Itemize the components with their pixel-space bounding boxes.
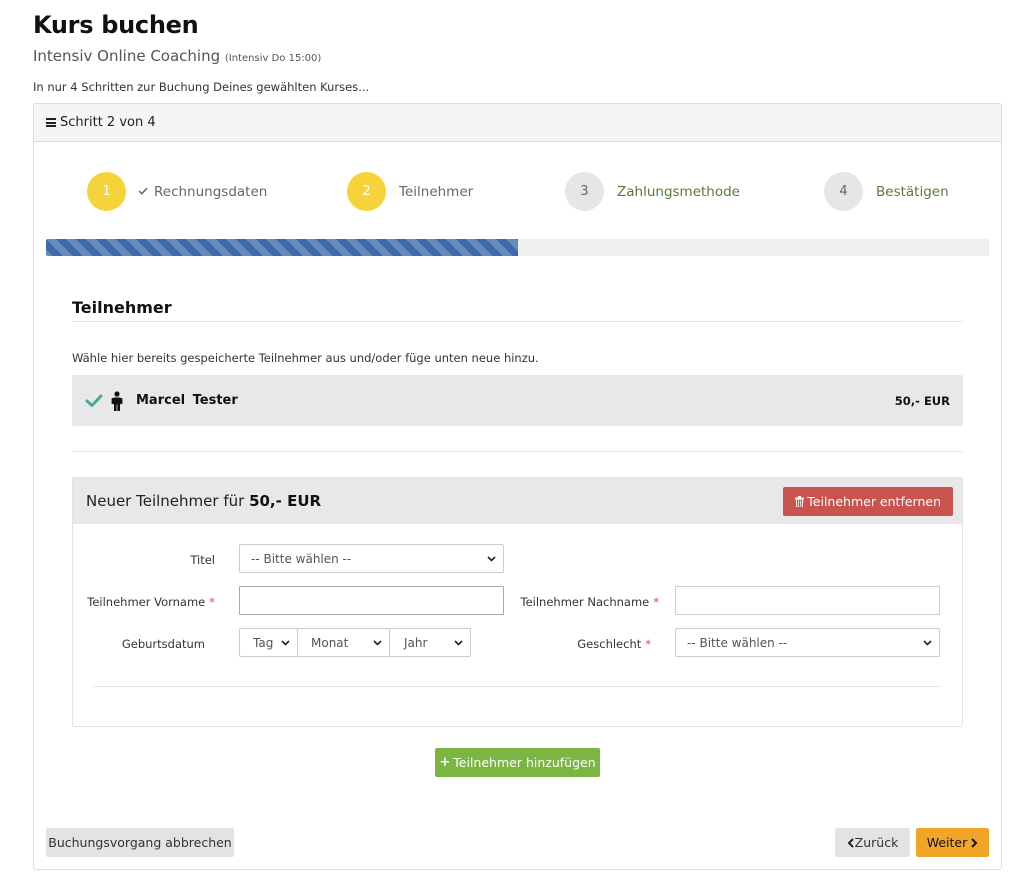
gender-select[interactable]: -- Bitte wählen -- bbox=[675, 628, 940, 657]
step-3-label: Zahlungsmethode bbox=[617, 183, 740, 200]
lastname-input[interactable] bbox=[675, 586, 940, 615]
year-select-value: Jahr bbox=[404, 635, 428, 650]
required-marker: * bbox=[653, 595, 659, 609]
step-2-number: 2 bbox=[347, 172, 386, 211]
month-select-value: Monat bbox=[311, 635, 349, 650]
chevron-down-icon bbox=[487, 556, 496, 562]
step-2-label: Teilnehmer bbox=[399, 183, 474, 200]
course-name: Intensiv Online Coaching bbox=[33, 47, 221, 65]
lastname-label-text: Teilnehmer Nachname bbox=[520, 595, 650, 609]
divider bbox=[72, 451, 963, 452]
step-wizard: 1 Rechnungsdaten 2 Teilnehmer 3 Zahlungs… bbox=[34, 172, 1001, 212]
firstname-input[interactable] bbox=[239, 586, 504, 615]
title-label: Titel bbox=[190, 553, 215, 567]
progress-bar bbox=[46, 239, 989, 256]
day-select-value: Tag bbox=[253, 635, 274, 650]
chevron-left-icon bbox=[847, 837, 854, 848]
step-2[interactable]: 2 Teilnehmer bbox=[347, 172, 473, 211]
chevron-down-icon bbox=[454, 640, 463, 646]
back-button[interactable]: Zurück bbox=[835, 828, 910, 857]
add-participant-button[interactable]: + Teilnehmer hinzufügen bbox=[435, 748, 600, 777]
gender-select-value: -- Bitte wählen -- bbox=[687, 635, 788, 650]
section-title: Teilnehmer bbox=[72, 298, 172, 317]
gender-label-text: Geschlecht bbox=[577, 637, 642, 651]
page-title: Kurs buchen bbox=[33, 11, 199, 39]
day-select[interactable]: Tag bbox=[239, 628, 298, 657]
required-marker: * bbox=[209, 595, 215, 609]
firstname-label: Teilnehmer Vorname * bbox=[73, 595, 215, 609]
new-participant-header: Neuer Teilnehmer für 50,- EUR Teilnehmer… bbox=[73, 478, 962, 524]
chevron-down-icon bbox=[923, 640, 932, 646]
step-4-number: 4 bbox=[824, 172, 863, 211]
gender-label: Geschlecht * bbox=[509, 637, 651, 651]
menu-icon bbox=[46, 118, 56, 127]
lastname-label: Teilnehmer Nachname * bbox=[509, 595, 659, 609]
divider bbox=[72, 321, 963, 322]
chevron-right-icon bbox=[971, 837, 978, 848]
chevron-down-icon bbox=[373, 640, 382, 646]
step-1[interactable]: 1 Rechnungsdaten bbox=[87, 172, 267, 211]
course-subtitle: Intensiv Online Coaching (Intensiv Do 15… bbox=[33, 47, 321, 65]
check-icon bbox=[85, 394, 103, 407]
firstname-label-text: Teilnehmer Vorname bbox=[87, 595, 206, 609]
chevron-down-icon bbox=[281, 640, 290, 646]
year-select[interactable]: Jahr bbox=[389, 628, 471, 657]
step-1-label: Rechnungsdaten bbox=[154, 183, 268, 200]
step-3-number: 3 bbox=[565, 172, 604, 211]
new-participant-title: Neuer Teilnehmer für 50,- EUR bbox=[86, 492, 321, 510]
new-participant-price: 50,- EUR bbox=[249, 492, 322, 510]
title-select-value: -- Bitte wählen -- bbox=[251, 551, 352, 566]
plus-icon: + bbox=[439, 755, 451, 770]
birthdate-label: Geburtsdatum bbox=[121, 637, 205, 651]
trash-icon bbox=[795, 495, 805, 507]
step-3[interactable]: 3 Zahlungsmethode bbox=[565, 172, 740, 211]
back-label: Zurück bbox=[854, 835, 899, 850]
required-marker: * bbox=[645, 637, 651, 651]
person-icon bbox=[111, 390, 123, 411]
participant-name: Marcel Tester bbox=[136, 393, 238, 408]
panel-header: Schritt 2 von 4 bbox=[34, 104, 1001, 142]
next-label: Weiter bbox=[926, 835, 968, 850]
title-select[interactable]: -- Bitte wählen -- bbox=[239, 544, 504, 573]
remove-participant-button[interactable]: Teilnehmer entfernen bbox=[783, 486, 953, 516]
check-icon bbox=[138, 185, 148, 198]
booking-panel: Schritt 2 von 4 1 Rechnungsdaten 2 Teiln… bbox=[33, 103, 1002, 870]
remove-participant-label: Teilnehmer entfernen bbox=[807, 493, 941, 509]
step-4[interactable]: 4 Bestätigen bbox=[824, 172, 949, 211]
progress-fill bbox=[46, 239, 518, 256]
next-button[interactable]: Weiter bbox=[916, 828, 989, 857]
saved-participant-row[interactable]: Marcel Tester 50,- EUR bbox=[72, 375, 963, 426]
step-4-label: Bestätigen bbox=[876, 183, 949, 200]
month-select[interactable]: Monat bbox=[297, 628, 390, 657]
intro-text: In nur 4 Schritten zur Buchung Deines ge… bbox=[33, 80, 370, 94]
add-participant-label: Teilnehmer hinzufügen bbox=[453, 755, 596, 770]
step-indicator: Schritt 2 von 4 bbox=[60, 115, 156, 130]
divider bbox=[93, 686, 941, 687]
cancel-booking-button[interactable]: Buchungsvorgang abbrechen bbox=[46, 828, 234, 857]
new-participant-form: Neuer Teilnehmer für 50,- EUR Teilnehmer… bbox=[72, 477, 963, 727]
course-detail: (Intensiv Do 15:00) bbox=[224, 53, 322, 64]
participants-hint: Wähle hier bereits gespeicherte Teilnehm… bbox=[72, 351, 539, 365]
new-participant-title-prefix: Neuer Teilnehmer für bbox=[86, 492, 245, 510]
participant-price: 50,- EUR bbox=[894, 393, 950, 408]
step-1-number: 1 bbox=[87, 172, 126, 211]
